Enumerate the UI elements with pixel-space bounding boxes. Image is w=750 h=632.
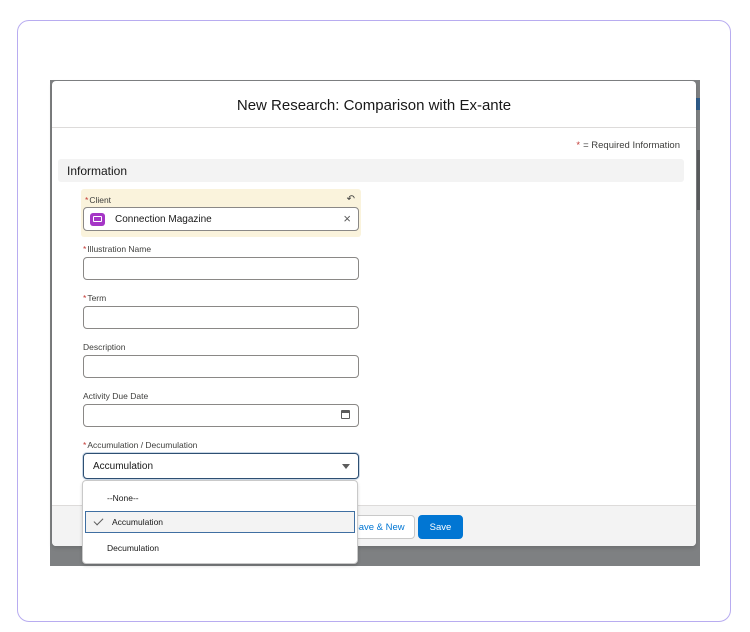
modal-header: New Research: Comparison with Ex-ante — [52, 81, 696, 128]
required-star: * — [83, 440, 87, 450]
term-input[interactable] — [83, 306, 359, 329]
activity-due-date-field: Activity Due Date — [83, 391, 359, 427]
term-label-text: Term — [87, 293, 107, 303]
description-input[interactable] — [83, 355, 359, 378]
accumulation-label: *Accumulation / Decumulation — [83, 440, 359, 450]
term-field: *Term — [83, 293, 359, 329]
required-star: * — [83, 293, 87, 303]
accumulation-select-value: Accumulation — [93, 460, 154, 472]
save-button[interactable]: Save — [418, 515, 463, 539]
client-lookup-input[interactable]: Connection Magazine × — [83, 207, 359, 231]
required-star: * — [576, 140, 581, 151]
record-icon — [90, 212, 105, 226]
activity-due-date-input[interactable] — [83, 404, 359, 427]
illustration-name-input[interactable] — [83, 257, 359, 280]
illustration-name-label: *Illustration Name — [83, 244, 359, 254]
illustration-name-label-text: Illustration Name — [87, 244, 152, 254]
check-icon — [93, 515, 104, 526]
term-label: *Term — [83, 293, 359, 303]
section-title: Information — [67, 163, 128, 178]
client-label-text: Client — [89, 195, 112, 205]
accumulation-label-text: Accumulation / Decumulation — [87, 440, 198, 450]
dropdown-option-accumulation-label: Accumulation — [112, 517, 164, 527]
required-star: * — [85, 195, 89, 205]
description-label: Description — [83, 342, 126, 352]
activity-due-date-label: Activity Due Date — [83, 391, 149, 401]
undo-icon[interactable]: ↶ — [347, 194, 355, 205]
client-value: Connection Magazine — [115, 213, 212, 225]
section-header-information[interactable]: Information — [58, 159, 684, 182]
accumulation-field: *Accumulation / Decumulation Accumulatio… — [83, 440, 359, 479]
required-note-text: = Required Information — [583, 140, 680, 151]
modal-title: New Research: Comparison with Ex-ante — [236, 96, 512, 114]
accumulation-select[interactable]: Accumulation — [83, 453, 359, 479]
illustration-name-field: *Illustration Name — [83, 244, 359, 280]
calendar-icon[interactable] — [341, 410, 350, 419]
background-line — [697, 150, 700, 210]
client-field: *Client ↶ Connection Magazine × — [81, 189, 361, 237]
clear-icon[interactable]: × — [343, 211, 351, 226]
chevron-down-icon[interactable] — [342, 464, 350, 469]
required-info-note: * = Required Information — [576, 140, 680, 151]
new-research-modal: New Research: Comparison with Ex-ante * =… — [52, 81, 696, 546]
dropdown-option-accumulation[interactable]: Accumulation — [85, 511, 355, 533]
required-star: * — [83, 244, 87, 254]
dropdown-option-decumulation[interactable]: Decumulation — [85, 537, 355, 559]
accumulation-dropdown-list: --None-- Accumulation Decumulation — [82, 480, 358, 564]
client-label: *Client — [85, 195, 111, 205]
description-field: Description — [83, 342, 359, 378]
dropdown-option-none[interactable]: --None-- — [85, 487, 355, 509]
